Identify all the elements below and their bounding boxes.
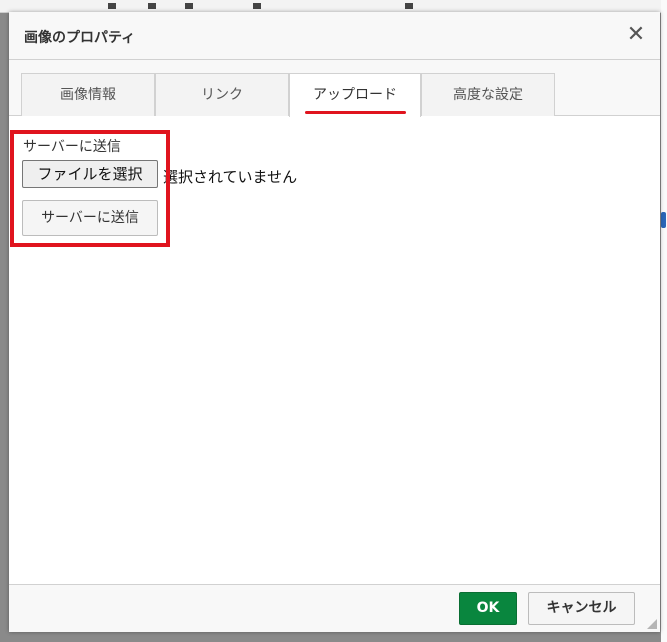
image-properties-dialog: 画像のプロパティ ✕ 画像情報 リンク アップロード 高度な設定 サーバーに送信…	[9, 12, 660, 632]
upload-panel: サーバーに送信 ファイルを選択 選択されていません サーバーに送信	[9, 116, 660, 584]
dialog-footer: OK キャンセル	[9, 584, 660, 632]
send-to-server-button[interactable]: サーバーに送信	[22, 200, 158, 236]
tab-bar: 画像情報 リンク アップロード 高度な設定	[9, 60, 660, 117]
background-handle	[661, 212, 666, 228]
tab-link[interactable]: リンク	[155, 73, 289, 116]
toolbar-fragment	[253, 3, 261, 9]
close-icon[interactable]: ✕	[622, 21, 650, 49]
tab-label: 画像情報	[60, 87, 116, 103]
tab-label: リンク	[201, 87, 243, 103]
file-status-text: 選択されていません	[163, 168, 298, 186]
dialog-titlebar[interactable]: 画像のプロパティ ✕	[9, 12, 660, 60]
tab-label: アップロード	[313, 87, 397, 103]
upload-field-label: サーバーに送信	[23, 139, 121, 155]
tab-upload[interactable]: アップロード	[289, 73, 421, 117]
toolbar-fragment	[405, 3, 413, 9]
toolbar-fragment	[185, 3, 193, 9]
tab-label: 高度な設定	[453, 87, 523, 103]
choose-file-button[interactable]: ファイルを選択	[22, 160, 158, 188]
background-editor-edge	[661, 0, 667, 642]
ok-button[interactable]: OK	[459, 592, 517, 625]
dialog-title: 画像のプロパティ	[24, 30, 136, 46]
cancel-button[interactable]: キャンセル	[528, 592, 635, 625]
toolbar-fragment	[148, 3, 156, 9]
resize-handle-icon[interactable]	[647, 619, 657, 629]
toolbar-fragment	[108, 3, 116, 9]
tab-image-info[interactable]: 画像情報	[21, 73, 155, 116]
tab-advanced[interactable]: 高度な設定	[421, 73, 555, 116]
annotation-underline	[305, 111, 406, 114]
